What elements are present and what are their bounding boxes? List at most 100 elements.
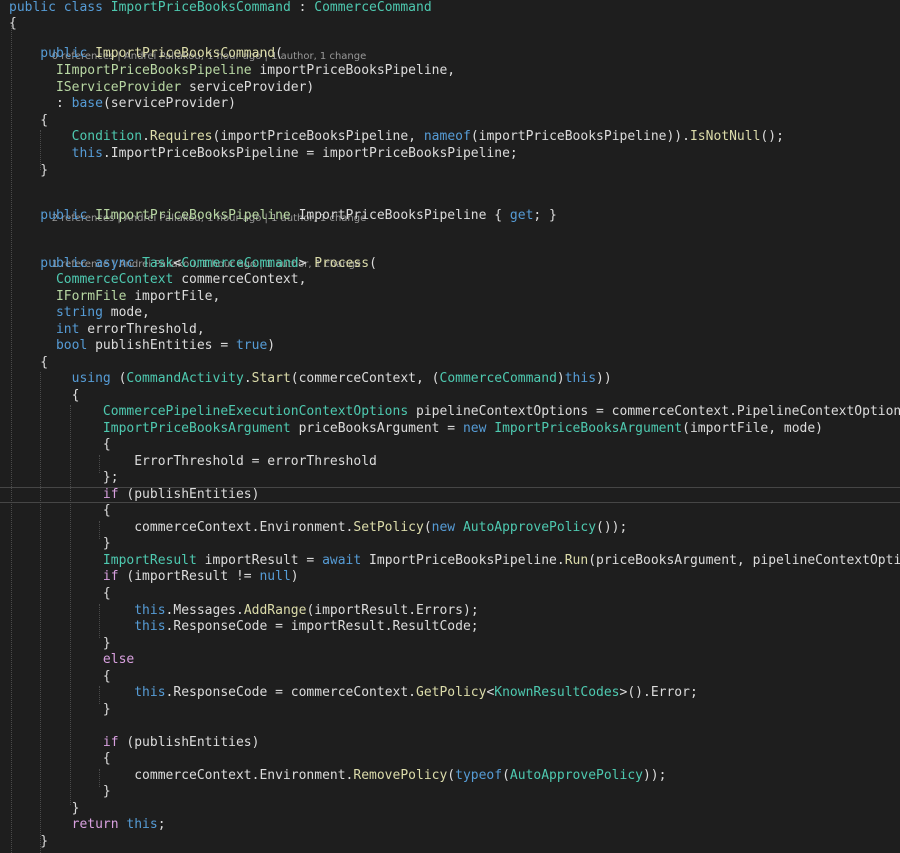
- code-line[interactable]: this.ImportPriceBooksPipeline = importPr…: [9, 146, 518, 163]
- code-line[interactable]: }: [9, 536, 111, 553]
- code-line[interactable]: Condition.Requires(importPriceBooksPipel…: [9, 129, 784, 146]
- code-token: Start: [251, 371, 291, 386]
- code-line[interactable]: {: [9, 355, 48, 372]
- code-token: }: [9, 163, 49, 178]
- code-token: CommandActivity: [126, 371, 244, 386]
- code-line[interactable]: using (CommandActivity.Start(commerceCon…: [9, 371, 612, 388]
- code-token: {: [9, 503, 111, 518]
- code-line[interactable]: public IImportPriceBooksPipeline ImportP…: [9, 208, 557, 225]
- code-line[interactable]: {: [9, 437, 111, 454]
- code-token: >().Error;: [619, 685, 698, 700]
- code-token: importResult =: [204, 553, 323, 568]
- codelens-process: 1 reference | Andrei Paliakou, 1 hour ag…: [51, 258, 362, 270]
- code-token: AutoApprovePolicy: [462, 520, 597, 535]
- code-line[interactable]: CommerceContext commerceContext,: [9, 272, 306, 289]
- code-line[interactable]: {: [9, 503, 111, 520]
- code-line[interactable]: public class ImportPriceBooksCommand : C…: [9, 0, 432, 17]
- code-line[interactable]: : base(serviceProvider): [9, 96, 236, 113]
- code-token: }: [9, 801, 80, 816]
- code-token: ();: [760, 129, 784, 144]
- code-token: {: [9, 355, 49, 370]
- code-line[interactable]: }: [9, 784, 111, 801]
- code-line[interactable]: string mode,: [9, 305, 150, 322]
- code-line[interactable]: }: [9, 163, 48, 180]
- code-token: await: [322, 553, 370, 568]
- code-token: ;: [157, 817, 166, 832]
- code-token: null: [259, 569, 291, 584]
- code-line[interactable]: public async Task<CommerceCommand> Proce…: [9, 256, 377, 273]
- code-token: }: [9, 834, 49, 849]
- code-line[interactable]: commerceContext.Environment.RemovePolicy…: [9, 768, 666, 785]
- code-token: :: [290, 0, 315, 15]
- code-token: priceBooksArgument =: [298, 421, 463, 436]
- code-line[interactable]: }: [9, 801, 80, 818]
- code-token: ImportPriceBooksCommand: [95, 46, 276, 61]
- code-token: ): [290, 569, 299, 584]
- code-token: (priceBooksArgument, pipelineContextOpti…: [588, 553, 900, 568]
- code-token: publishEntities =: [95, 338, 236, 353]
- code-token: .ImportPriceBooksPipeline = importPriceB…: [102, 146, 518, 161]
- code-line[interactable]: this.ResponseCode = importResult.ResultC…: [9, 619, 478, 636]
- code-line[interactable]: IServiceProvider serviceProvider): [9, 80, 314, 97]
- code-token: }: [9, 702, 111, 717]
- code-token: typeof: [455, 768, 503, 783]
- code-token: commerceContext,: [181, 272, 307, 287]
- code-line[interactable]: if (importResult != null): [9, 569, 299, 586]
- code-token: (: [369, 256, 377, 271]
- code-line[interactable]: {: [9, 669, 111, 686]
- code-token: int: [9, 322, 88, 337]
- code-line[interactable]: ErrorThreshold = errorThreshold: [9, 454, 377, 471]
- code-line[interactable]: }: [9, 834, 48, 851]
- code-line[interactable]: else: [9, 652, 134, 669]
- code-line[interactable]: IImportPriceBooksPipeline importPriceBoo…: [9, 63, 455, 80]
- code-token: nameof: [423, 129, 471, 144]
- codelens-changes[interactable]: 1 author, 1 change: [271, 51, 366, 62]
- code-editor[interactable]: 0 references | Andrei Paliakou, 1 hour a…: [0, 0, 900, 853]
- code-token: CommerceCommand: [181, 256, 299, 271]
- code-line[interactable]: if (publishEntities): [9, 487, 260, 504]
- code-line[interactable]: ImportPriceBooksArgument priceBooksArgum…: [9, 421, 823, 438]
- code-line[interactable]: }: [9, 636, 111, 653]
- code-line[interactable]: {: [9, 586, 111, 603]
- code-token: Task: [142, 256, 174, 271]
- code-token: public: [9, 46, 96, 61]
- code-token: (importPriceBooksPipeline)).: [470, 129, 690, 144]
- code-token: (importFile, mode): [682, 421, 824, 436]
- code-token: mode,: [110, 305, 150, 320]
- code-line[interactable]: IFormFile importFile,: [9, 289, 220, 306]
- code-line[interactable]: }: [9, 702, 111, 719]
- code-line[interactable]: commerceContext.Environment.SetPolicy(ne…: [9, 520, 627, 537]
- code-token: .: [243, 371, 252, 386]
- code-line[interactable]: ImportResult importResult = await Import…: [9, 553, 900, 570]
- code-token: .ResponseCode = commerceContext.: [165, 685, 416, 700]
- code-line[interactable]: bool publishEntities = true): [9, 338, 275, 355]
- code-line[interactable]: return this;: [9, 817, 166, 834]
- code-token: this: [126, 817, 158, 832]
- code-line[interactable]: public ImportPriceBooksCommand(: [9, 46, 283, 63]
- code-line[interactable]: {: [9, 388, 80, 405]
- code-token: CommercePipelineExecutionContextOptions: [9, 404, 416, 419]
- code-token: this: [9, 603, 166, 618]
- code-line[interactable]: {: [9, 16, 17, 33]
- code-token: }: [9, 636, 111, 651]
- code-line[interactable]: {: [9, 113, 48, 130]
- code-token: ): [556, 371, 565, 386]
- code-token: importPriceBooksPipeline,: [259, 63, 456, 78]
- code-token: )): [596, 371, 612, 386]
- code-token: }: [9, 784, 111, 799]
- code-token: string: [9, 305, 111, 320]
- code-token: (importResult !=: [126, 569, 260, 584]
- code-token: ImportPriceBooksCommand: [110, 0, 291, 15]
- code-line[interactable]: int errorThreshold,: [9, 322, 205, 339]
- code-line[interactable]: };: [9, 470, 119, 487]
- code-line[interactable]: CommercePipelineExecutionContextOptions …: [9, 404, 900, 421]
- code-line[interactable]: if (publishEntities): [9, 735, 260, 752]
- code-token: CommerceCommand: [439, 371, 557, 386]
- code-token: Requires: [149, 129, 213, 144]
- code-token: AutoApprovePolicy: [509, 768, 643, 783]
- code-line[interactable]: {: [9, 751, 111, 768]
- code-line[interactable]: this.Messages.AddRange(importResult.Erro…: [9, 603, 478, 620]
- code-token: ImportPriceBooksPipeline {: [298, 208, 510, 223]
- code-token: this: [9, 685, 166, 700]
- code-line[interactable]: this.ResponseCode = commerceContext.GetP…: [9, 685, 698, 702]
